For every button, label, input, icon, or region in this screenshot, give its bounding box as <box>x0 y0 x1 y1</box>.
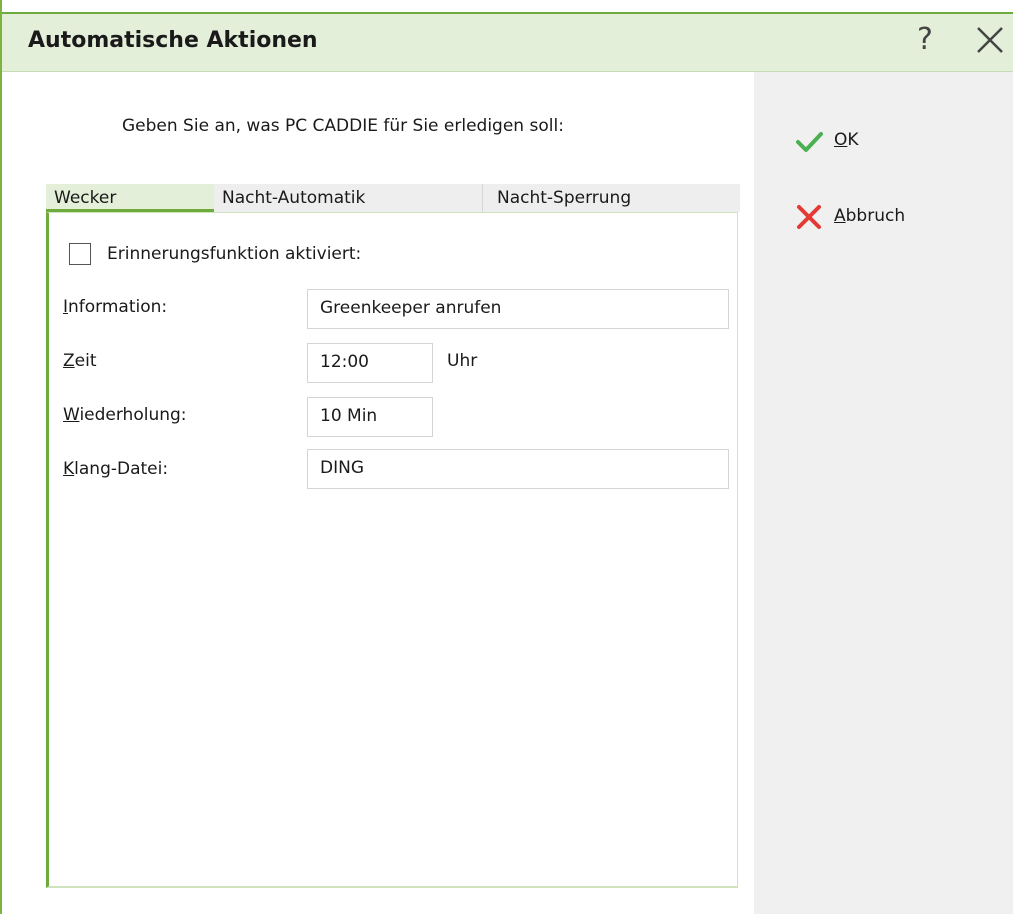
window-title: Automatische Aktionen <box>28 28 318 53</box>
reminder-checkbox-label: Erinnerungsfunktion aktiviert: <box>107 244 362 264</box>
reminder-checkbox[interactable] <box>69 243 91 265</box>
cancel-button[interactable]: Abbruch <box>794 200 974 234</box>
tab-bar: Wecker Nacht-Automatik Nacht-Sperrung <box>46 184 740 212</box>
help-button[interactable]: ? <box>907 20 943 60</box>
zeit-input[interactable]: 12:00 <box>307 343 433 383</box>
information-input[interactable]: Greenkeeper anrufen <box>307 289 729 329</box>
tab-wecker[interactable]: Wecker <box>46 184 214 212</box>
action-panel: OK Abbruch <box>754 72 1013 914</box>
instruction-text: Geben Sie an, was PC CADDIE für Sie erle… <box>122 116 564 136</box>
cross-icon <box>797 205 821 229</box>
information-label: Information: <box>63 297 168 317</box>
zeit-label: Zeit <box>63 351 97 371</box>
title-bar: Automatische Aktionen ? <box>2 12 1013 72</box>
ok-label: OK <box>834 130 859 150</box>
klang-datei-label: Klang-Datei: <box>63 459 169 479</box>
wiederholung-input[interactable]: 10 Min <box>307 397 433 437</box>
ok-button[interactable]: OK <box>794 124 974 158</box>
klang-datei-input[interactable]: DING <box>307 449 729 489</box>
close-button[interactable] <box>970 20 1010 60</box>
wecker-panel: Erinnerungsfunktion aktiviert: Informati… <box>46 212 738 888</box>
tab-nacht-automatik[interactable]: Nacht-Automatik <box>214 184 482 212</box>
zeit-unit: Uhr <box>447 351 478 371</box>
tab-nacht-sperrung[interactable]: Nacht-Sperrung <box>482 184 740 212</box>
wiederholung-label: Wiederholung: <box>63 405 187 425</box>
close-icon <box>977 27 1003 53</box>
cancel-label: Abbruch <box>834 206 906 226</box>
dialog-window: Automatische Aktionen ? Geben Sie an, wa… <box>0 0 1013 914</box>
checkmark-icon <box>796 132 823 152</box>
